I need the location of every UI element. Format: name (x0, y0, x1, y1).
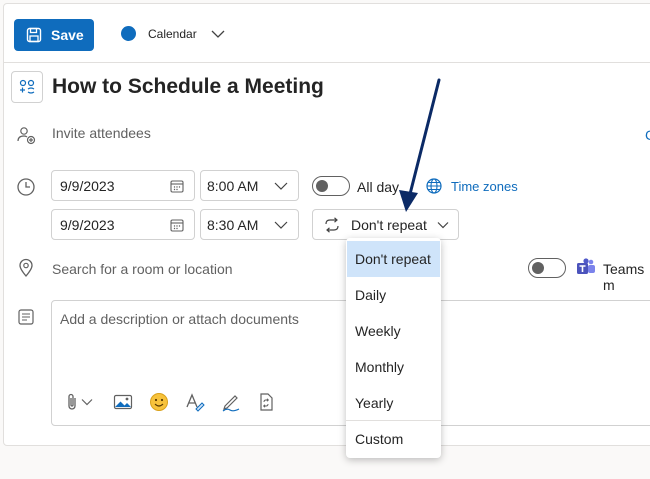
chevron-down-icon (274, 182, 288, 190)
attach-icon (68, 393, 76, 410)
emoji-icon (150, 393, 168, 411)
save-button-label: Save (51, 27, 84, 43)
location-input[interactable]: Search for a room or location (52, 261, 233, 277)
attach-button[interactable] (66, 391, 93, 413)
event-editor: Save Calendar How to Schedule a Meeting … (0, 0, 650, 479)
chevron-down-icon (81, 399, 93, 406)
repeat-option[interactable]: Don't repeat (347, 241, 440, 277)
start-time-field[interactable]: 8:00 AM (200, 170, 299, 201)
end-date-value: 9/9/2023 (60, 216, 115, 233)
insert-image-button[interactable] (113, 391, 133, 413)
repeat-option[interactable]: Yearly (347, 385, 440, 421)
calendar-icon (170, 219, 184, 232)
description-toolbar (66, 391, 291, 413)
format-button[interactable] (185, 391, 205, 413)
repeat-icon (325, 216, 339, 233)
end-time-value: 8:30 AM (207, 216, 259, 233)
all-day-label: All day (357, 179, 400, 195)
chevron-down-icon (211, 30, 225, 38)
calendar-color-dot (121, 26, 136, 41)
image-icon (113, 394, 133, 410)
chevron-down-icon (437, 221, 449, 228)
time-zones-link[interactable]: Time zones (426, 178, 518, 194)
attendees-input[interactable]: Invite attendees (52, 125, 151, 141)
repeat-option[interactable]: Daily (347, 277, 440, 313)
cut-off-link[interactable]: C (645, 127, 650, 143)
toolbar-divider (3, 62, 650, 63)
save-icon (26, 27, 42, 43)
emoji-button[interactable] (149, 391, 169, 413)
repeat-option[interactable]: Custom (347, 421, 440, 457)
format-icon (186, 393, 205, 412)
end-date-field[interactable]: 9/9/2023 (51, 209, 195, 240)
repeat-option[interactable]: Monthly (347, 349, 440, 385)
toggle-knob (532, 262, 544, 274)
chevron-down-icon (274, 221, 288, 229)
people-add-icon (16, 125, 36, 145)
save-button[interactable]: Save (14, 19, 94, 51)
start-date-field[interactable]: 9/9/2023 (51, 170, 195, 201)
loop-button[interactable] (257, 391, 275, 413)
event-title[interactable]: How to Schedule a Meeting (52, 75, 324, 99)
notes-icon (16, 307, 36, 327)
signature-button[interactable] (221, 391, 241, 413)
toggle-knob (316, 180, 328, 192)
teams-icon (577, 258, 595, 274)
all-day-toggle[interactable] (312, 176, 350, 196)
globe-icon (426, 178, 442, 194)
location-icon (16, 258, 36, 278)
loop-icon (260, 393, 273, 411)
repeat-value: Don't repeat (351, 216, 427, 233)
clock-icon (16, 177, 36, 197)
end-time-field[interactable]: 8:30 AM (200, 209, 299, 240)
teams-meeting-label: Teams m (603, 261, 645, 293)
start-date-value: 9/9/2023 (60, 177, 115, 194)
description-placeholder: Add a description or attach documents (60, 311, 299, 327)
start-time-value: 8:00 AM (207, 177, 259, 194)
repeat-dropdown[interactable]: Don't repeat (312, 209, 459, 240)
repeat-option[interactable]: Weekly (347, 313, 440, 349)
calendar-icon (170, 180, 184, 193)
calendar-picker[interactable]: Calendar (121, 26, 225, 41)
repeat-menu: Don't repeat Daily Weekly Monthly Yearly… (346, 238, 441, 458)
event-icon[interactable] (11, 71, 43, 103)
calendar-label: Calendar (148, 26, 197, 41)
teams-toggle[interactable] (528, 258, 566, 278)
time-zones-label: Time zones (451, 178, 518, 194)
signature-icon (222, 395, 240, 412)
